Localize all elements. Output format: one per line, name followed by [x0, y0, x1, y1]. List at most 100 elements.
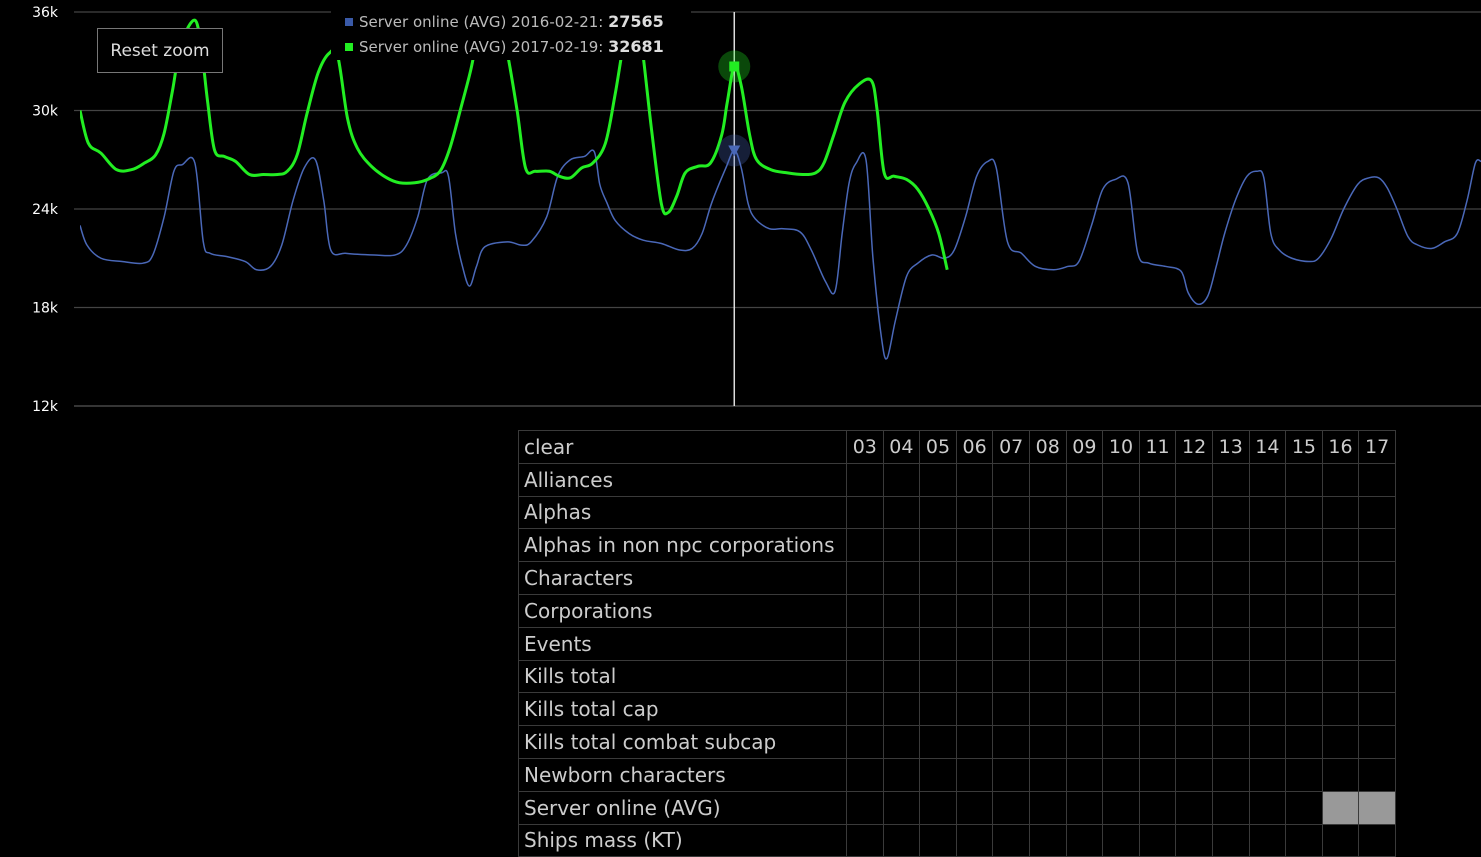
metric-name[interactable]: Events: [518, 626, 847, 661]
metric-year-toggle[interactable]: [919, 495, 957, 530]
metric-year-toggle[interactable]: [1028, 725, 1067, 759]
metric-year-toggle[interactable]: [1138, 462, 1177, 497]
metric-year-toggle[interactable]: [919, 561, 957, 595]
metric-year-toggle[interactable]: [1285, 725, 1323, 759]
metric-year-toggle[interactable]: [1175, 757, 1213, 792]
year-column-header[interactable]: 11: [1138, 430, 1177, 464]
metric-name[interactable]: Alphas in non npc corporations: [518, 528, 847, 563]
metric-year-toggle[interactable]: [1138, 757, 1177, 792]
metric-year-toggle[interactable]: [1102, 725, 1140, 759]
metric-year-toggle[interactable]: [1285, 757, 1323, 792]
year-column-header[interactable]: 06: [955, 430, 994, 464]
metric-year-toggle[interactable]: [1321, 692, 1360, 727]
year-column-header[interactable]: 09: [1065, 430, 1104, 464]
metric-year-toggle[interactable]: [1138, 659, 1177, 694]
reset-zoom-button[interactable]: Reset zoom: [97, 28, 223, 73]
year-column-header[interactable]: 04: [882, 430, 921, 464]
metric-year-toggle[interactable]: [1102, 528, 1140, 563]
metric-year-toggle[interactable]: [1065, 561, 1104, 595]
metric-year-toggle[interactable]: [1211, 462, 1250, 497]
metric-year-toggle[interactable]: [919, 757, 957, 792]
metric-year-toggle[interactable]: [1102, 626, 1140, 661]
metric-year-toggle[interactable]: [1358, 561, 1396, 595]
metric-year-toggle[interactable]: [955, 692, 994, 727]
metric-year-toggle[interactable]: [1211, 561, 1250, 595]
metric-year-toggle[interactable]: [1248, 725, 1287, 759]
metric-year-toggle[interactable]: [1321, 462, 1360, 497]
metric-year-toggle[interactable]: [1028, 659, 1067, 694]
metric-year-toggle[interactable]: [1248, 790, 1287, 825]
metric-year-toggle[interactable]: [846, 790, 884, 825]
metric-year-toggle[interactable]: [919, 823, 957, 857]
metric-year-toggle[interactable]: [1138, 626, 1177, 661]
metric-year-toggle[interactable]: [1138, 790, 1177, 825]
metric-name[interactable]: Newborn characters: [518, 757, 847, 792]
metric-year-toggle[interactable]: [846, 692, 884, 727]
metric-year-toggle[interactable]: [955, 823, 994, 857]
metric-name[interactable]: Kills total: [518, 659, 847, 694]
metric-year-toggle[interactable]: [1321, 659, 1360, 694]
metric-year-toggle[interactable]: [1358, 692, 1396, 727]
metric-year-toggle[interactable]: [1065, 823, 1104, 857]
metric-year-toggle[interactable]: [919, 725, 957, 759]
metric-year-toggle[interactable]: [1175, 790, 1213, 825]
metric-year-toggle[interactable]: [955, 659, 994, 694]
metric-year-toggle[interactable]: [992, 823, 1030, 857]
clear-selection-link[interactable]: clear: [518, 430, 847, 464]
metric-year-toggle[interactable]: [1358, 659, 1396, 694]
metric-year-toggle[interactable]: [1285, 528, 1323, 563]
metric-year-toggle[interactable]: [955, 790, 994, 825]
metric-year-toggle[interactable]: [1321, 561, 1360, 595]
year-column-header[interactable]: 17: [1358, 430, 1396, 464]
metric-year-toggle[interactable]: [882, 692, 921, 727]
metric-year-toggle[interactable]: [1028, 593, 1067, 628]
metric-year-toggle[interactable]: [992, 725, 1030, 759]
metric-year-toggle[interactable]: [1285, 462, 1323, 497]
metric-year-toggle[interactable]: [1065, 692, 1104, 727]
metric-year-toggle[interactable]: [1102, 495, 1140, 530]
year-column-header[interactable]: 13: [1211, 430, 1250, 464]
metric-year-toggle[interactable]: [919, 462, 957, 497]
metric-year-toggle[interactable]: [1102, 462, 1140, 497]
metric-year-toggle[interactable]: [1175, 528, 1213, 563]
metric-year-toggle[interactable]: [1065, 626, 1104, 661]
metric-year-toggle[interactable]: [1028, 692, 1067, 727]
year-column-header[interactable]: 07: [992, 430, 1030, 464]
metric-year-toggle[interactable]: [846, 593, 884, 628]
metric-year-toggle[interactable]: [1065, 659, 1104, 694]
metric-year-toggle[interactable]: [1065, 757, 1104, 792]
metric-year-toggle[interactable]: [846, 626, 884, 661]
metric-year-toggle[interactable]: [882, 626, 921, 661]
metric-year-toggle[interactable]: [1285, 593, 1323, 628]
metric-name[interactable]: Kills total combat subcap: [518, 725, 847, 759]
metric-year-toggle[interactable]: [955, 757, 994, 792]
metric-year-toggle[interactable]: [1248, 462, 1287, 497]
metric-year-toggle[interactable]: [1102, 561, 1140, 595]
metric-year-toggle[interactable]: [846, 823, 884, 857]
metric-year-toggle[interactable]: [1248, 757, 1287, 792]
metric-year-toggle[interactable]: [1285, 659, 1323, 694]
metric-year-toggle[interactable]: [1211, 757, 1250, 792]
metric-year-toggle[interactable]: [1248, 659, 1287, 694]
metric-year-toggle[interactable]: [1175, 725, 1213, 759]
metric-year-toggle[interactable]: [1248, 528, 1287, 563]
metric-year-toggle[interactable]: [1321, 495, 1360, 530]
year-column-header[interactable]: 12: [1175, 430, 1213, 464]
metric-year-toggle[interactable]: [992, 626, 1030, 661]
metric-year-toggle[interactable]: [1358, 495, 1396, 530]
metric-year-toggle[interactable]: [1358, 725, 1396, 759]
metric-year-toggle[interactable]: [1211, 593, 1250, 628]
metric-name[interactable]: Alphas: [518, 495, 847, 530]
metric-year-toggle[interactable]: [992, 659, 1030, 694]
metric-year-toggle[interactable]: [1138, 495, 1177, 530]
metric-year-toggle[interactable]: [919, 528, 957, 563]
metric-name[interactable]: Characters: [518, 561, 847, 595]
metric-year-toggle[interactable]: [1065, 725, 1104, 759]
metric-year-toggle[interactable]: [1028, 823, 1067, 857]
metric-year-toggle[interactable]: [992, 593, 1030, 628]
year-column-header[interactable]: 08: [1028, 430, 1067, 464]
metric-year-toggle[interactable]: [1358, 757, 1396, 792]
metric-year-toggle[interactable]: [1175, 561, 1213, 595]
metric-year-toggle[interactable]: [882, 462, 921, 497]
year-column-header[interactable]: 03: [846, 430, 884, 464]
